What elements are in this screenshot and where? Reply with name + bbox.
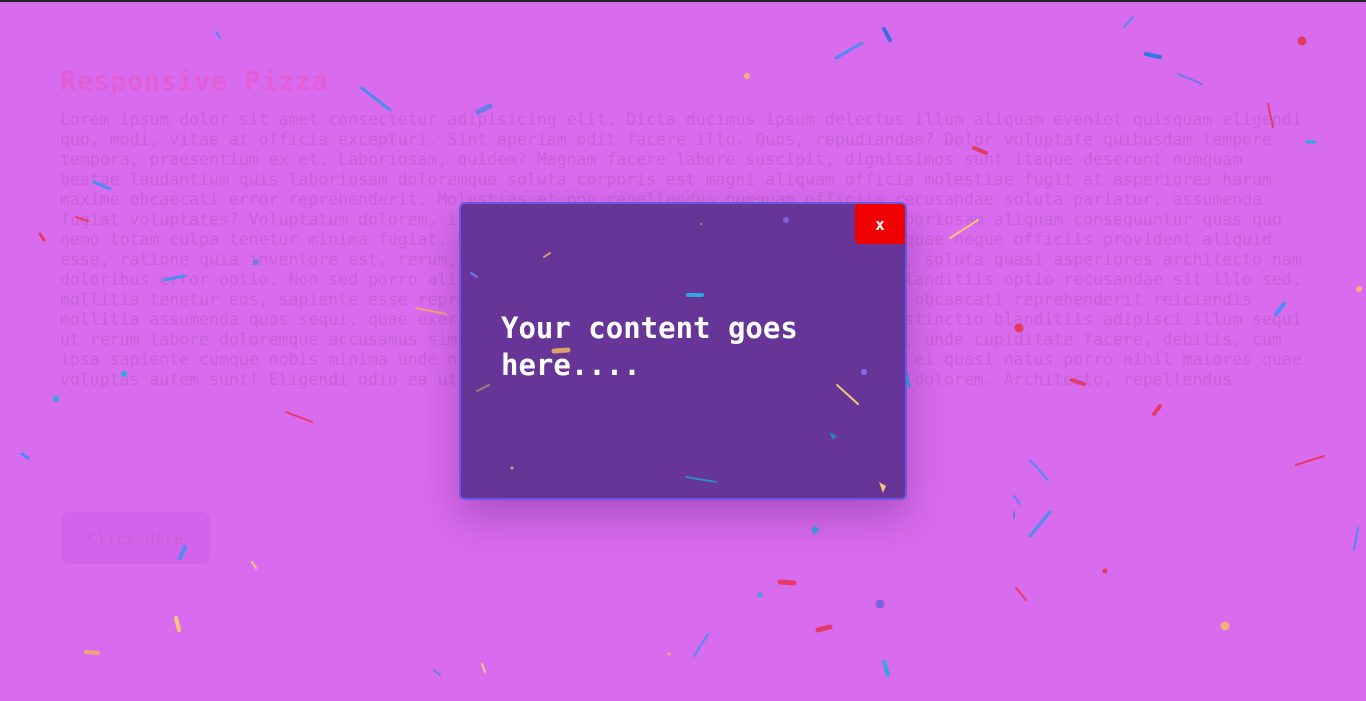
page-title: Responsive Pizza	[60, 66, 329, 97]
close-button[interactable]: x	[855, 204, 905, 244]
modal-content-text: Your content goes here....	[501, 311, 798, 382]
modal-dialog: Your content goes here.... x	[459, 202, 907, 500]
click-here-button[interactable]: Click Here	[61, 512, 210, 564]
